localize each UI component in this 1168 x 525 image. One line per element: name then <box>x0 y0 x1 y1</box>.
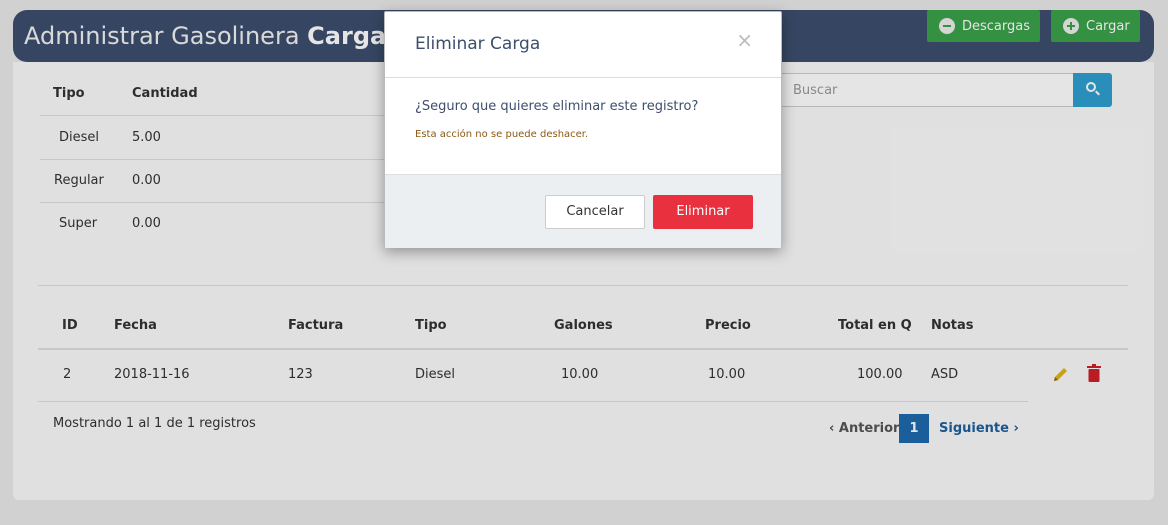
modal-title: Eliminar Carga <box>415 34 541 54</box>
modal-question: ¿Seguro que quieres eliminar este regist… <box>415 99 699 114</box>
delete-button[interactable]: Eliminar <box>653 195 753 229</box>
delete-confirm-modal: Eliminar Carga × ¿Seguro que quieres eli… <box>384 11 782 248</box>
modal-warning: Esta acción no se puede deshacer. <box>415 129 589 140</box>
cancel-button[interactable]: Cancelar <box>545 195 645 229</box>
modal-footer: Cancelar Eliminar <box>385 174 781 248</box>
modal-header-divider <box>385 77 781 78</box>
close-icon[interactable]: × <box>736 28 753 52</box>
